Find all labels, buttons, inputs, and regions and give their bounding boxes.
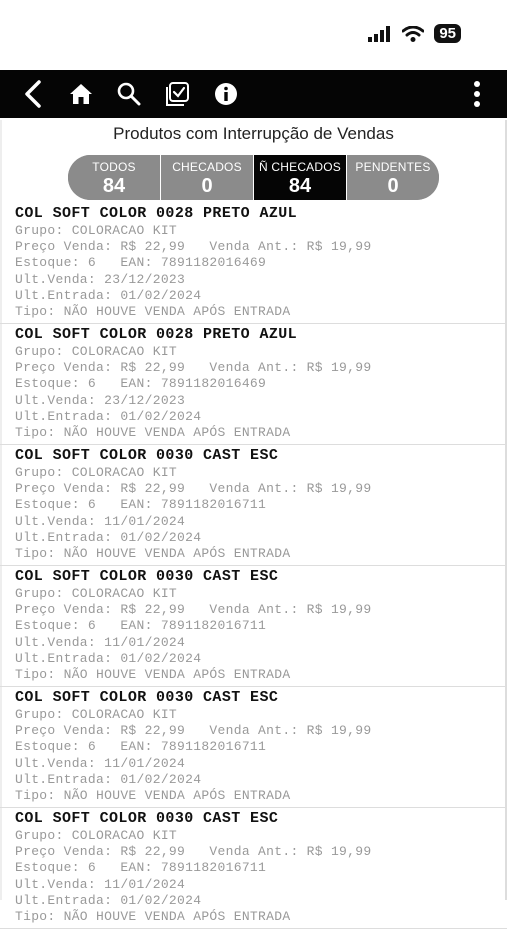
product-last-entry: Ult.Entrada: 01/02/2024 xyxy=(15,650,202,666)
tab-count: 84 xyxy=(288,174,312,197)
search-icon[interactable] xyxy=(114,70,144,118)
product-stock: Estoque: 6 EAN: 7891182016469 xyxy=(15,255,267,271)
product-last-sale: Ult.Venda: 23/12/2023 xyxy=(15,271,186,287)
product-last-entry: Ult.Entrada: 01/02/2024 xyxy=(15,771,202,787)
product-last-sale: Ult.Venda: 11/01/2024 xyxy=(15,513,186,529)
product-stock: Estoque: 6 EAN: 7891182016469 xyxy=(15,376,267,392)
product-stock: Estoque: 6 EAN: 7891182016711 xyxy=(15,618,267,634)
product-last-entry: Ult.Entrada: 01/02/2024 xyxy=(15,408,202,424)
product-type: Tipo: NÃO HOUVE VENDA APÓS ENTRADA xyxy=(15,787,291,803)
product-list: COL SOFT COLOR 0028 PRETO AZUL Grupo: CO… xyxy=(0,203,507,929)
info-icon[interactable] xyxy=(211,70,241,118)
product-name: COL SOFT COLOR 0030 CAST ESC xyxy=(15,447,279,464)
tab-todos[interactable]: TODOS 84 xyxy=(68,155,161,200)
tab-label: CHECADOS xyxy=(172,159,242,174)
product-last-entry: Ult.Entrada: 01/02/2024 xyxy=(15,892,202,908)
battery-indicator: 95 xyxy=(434,24,461,43)
product-type: Tipo: NÃO HOUVE VENDA APÓS ENTRADA xyxy=(15,666,291,682)
home-icon[interactable] xyxy=(66,70,96,118)
checklist-icon[interactable] xyxy=(162,70,192,118)
product-group: Grupo: COLORACAO KIT xyxy=(15,223,178,238)
product-stock: Estoque: 6 EAN: 7891182016711 xyxy=(15,497,267,513)
product-name: COL SOFT COLOR 0030 CAST ESC xyxy=(15,810,279,827)
back-icon[interactable] xyxy=(18,70,48,118)
tab-checados[interactable]: CHECADOS 0 xyxy=(161,155,254,200)
product-type: Tipo: NÃO HOUVE VENDA APÓS ENTRADA xyxy=(15,424,291,440)
list-item[interactable]: COL SOFT COLOR 0030 CAST ESC Grupo: COLO… xyxy=(0,808,507,929)
product-price: Preço Venda: R$ 22,99 Venda Ant.: R$ 19,… xyxy=(15,481,372,497)
signal-icon xyxy=(368,25,391,42)
tab-count: 84 xyxy=(102,174,126,197)
product-group: Grupo: COLORACAO KIT xyxy=(15,828,178,843)
product-name: COL SOFT COLOR 0028 PRETO AZUL xyxy=(15,205,298,222)
product-last-sale: Ult.Venda: 23/12/2023 xyxy=(15,392,186,408)
tab-count: 0 xyxy=(387,174,399,197)
product-last-sale: Ult.Venda: 11/01/2024 xyxy=(15,755,186,771)
product-name: COL SOFT COLOR 0028 PRETO AZUL xyxy=(15,326,298,343)
product-last-entry: Ult.Entrada: 01/02/2024 xyxy=(15,529,202,545)
wifi-icon xyxy=(402,25,425,42)
product-group: Grupo: COLORACAO KIT xyxy=(15,707,178,722)
product-last-sale: Ult.Venda: 11/01/2024 xyxy=(15,876,186,892)
tab-count: 0 xyxy=(201,174,213,197)
more-vertical-icon[interactable] xyxy=(464,70,490,118)
list-item[interactable]: COL SOFT COLOR 0030 CAST ESC Grupo: COLO… xyxy=(0,566,507,687)
product-type: Tipo: NÃO HOUVE VENDA APÓS ENTRADA xyxy=(15,303,291,319)
tab-nao-checados[interactable]: Ñ CHECADOS 84 xyxy=(254,155,347,200)
tab-pendentes[interactable]: PENDENTES 0 xyxy=(347,155,439,200)
filter-tabs: TODOS 84 CHECADOS 0 Ñ CHECADOS 84 PENDEN… xyxy=(68,155,439,200)
status-bar: 95 xyxy=(0,0,507,70)
product-group: Grupo: COLORACAO KIT xyxy=(15,344,178,359)
product-last-entry: Ult.Entrada: 01/02/2024 xyxy=(15,287,202,303)
list-item[interactable]: COL SOFT COLOR 0030 CAST ESC Grupo: COLO… xyxy=(0,687,507,808)
product-price: Preço Venda: R$ 22,99 Venda Ant.: R$ 19,… xyxy=(15,844,372,860)
product-last-sale: Ult.Venda: 11/01/2024 xyxy=(15,634,186,650)
product-stock: Estoque: 6 EAN: 7891182016711 xyxy=(15,860,267,876)
product-price: Preço Venda: R$ 22,99 Venda Ant.: R$ 19,… xyxy=(15,360,372,376)
list-item[interactable]: COL SOFT COLOR 0028 PRETO AZUL Grupo: CO… xyxy=(0,324,507,445)
page-title: Produtos com Interrupção de Vendas xyxy=(113,124,394,143)
product-price: Preço Venda: R$ 22,99 Venda Ant.: R$ 19,… xyxy=(15,239,372,255)
list-item[interactable]: COL SOFT COLOR 0028 PRETO AZUL Grupo: CO… xyxy=(0,203,507,324)
product-group: Grupo: COLORACAO KIT xyxy=(15,465,178,480)
tab-label: PENDENTES xyxy=(355,159,431,174)
product-type: Tipo: NÃO HOUVE VENDA APÓS ENTRADA xyxy=(15,545,291,561)
product-group: Grupo: COLORACAO KIT xyxy=(15,586,178,601)
product-name: COL SOFT COLOR 0030 CAST ESC xyxy=(15,568,279,585)
product-name: COL SOFT COLOR 0030 CAST ESC xyxy=(15,689,279,706)
product-type: Tipo: NÃO HOUVE VENDA APÓS ENTRADA xyxy=(15,908,291,924)
product-price: Preço Venda: R$ 22,99 Venda Ant.: R$ 19,… xyxy=(15,723,372,739)
product-price: Preço Venda: R$ 22,99 Venda Ant.: R$ 19,… xyxy=(15,602,372,618)
toolbar xyxy=(0,70,507,118)
tab-label: Ñ CHECADOS xyxy=(258,159,341,174)
tab-label: TODOS xyxy=(92,159,136,174)
list-item[interactable]: COL SOFT COLOR 0030 CAST ESC Grupo: COLO… xyxy=(0,445,507,566)
product-stock: Estoque: 6 EAN: 7891182016711 xyxy=(15,739,267,755)
